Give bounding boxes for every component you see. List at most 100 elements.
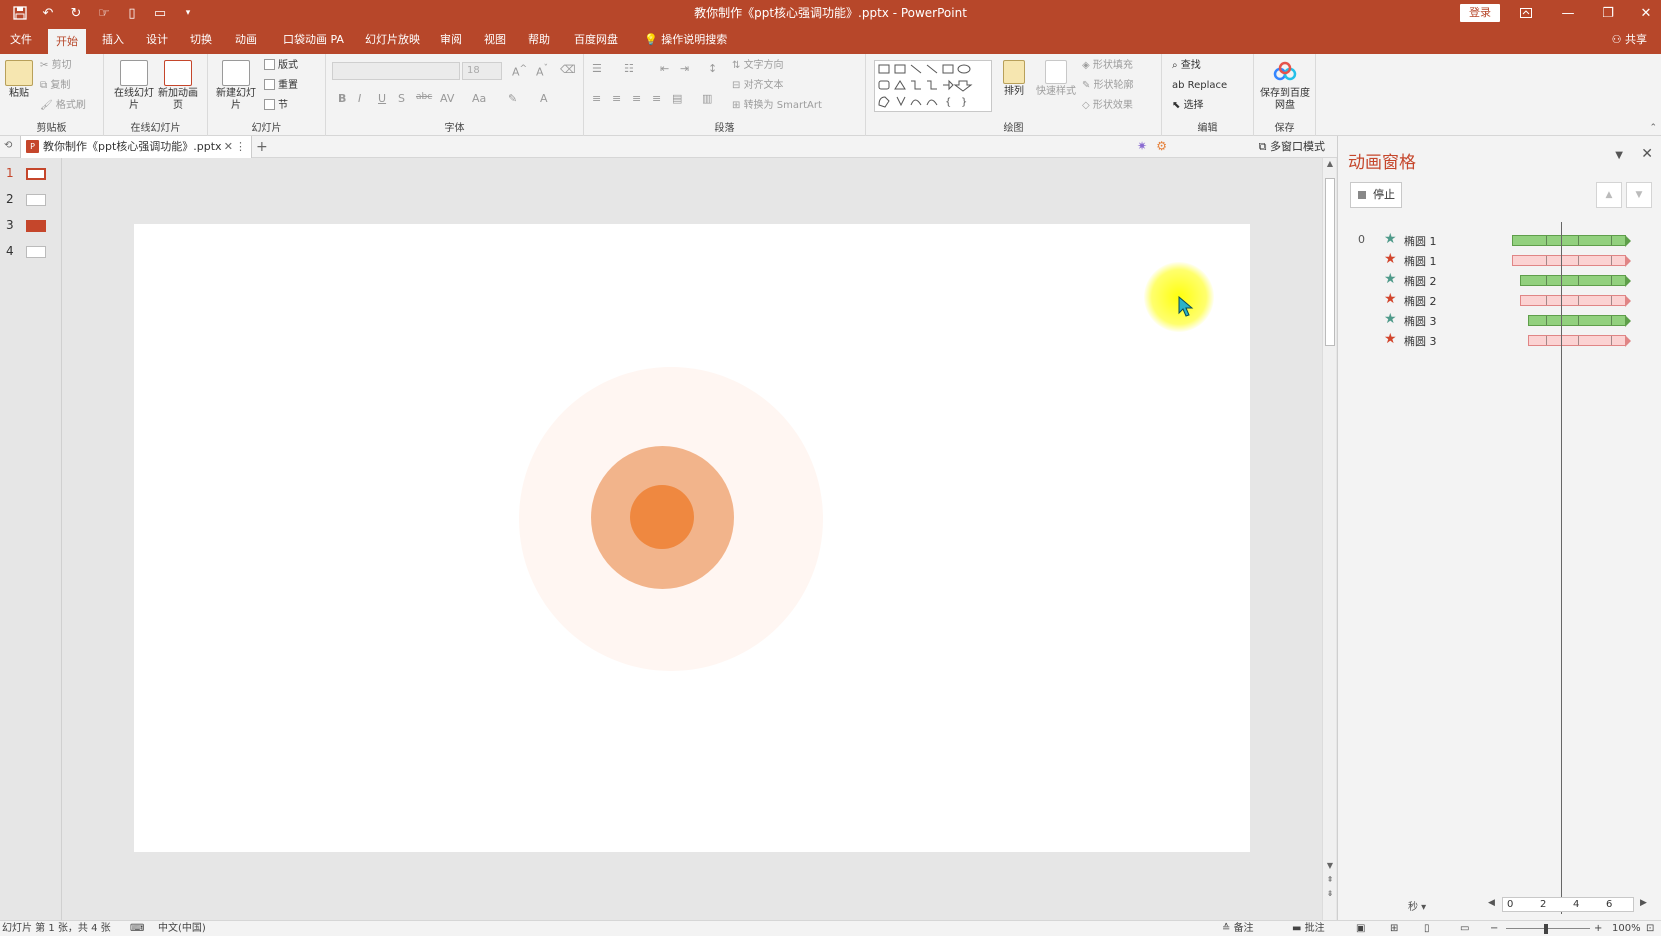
line-spacing-icon[interactable]: ↕	[708, 62, 717, 75]
tab-animations[interactable]: 动画	[227, 26, 265, 54]
numbering-icon[interactable]: ☷	[624, 62, 634, 75]
strikethrough-button[interactable]: abc	[416, 92, 432, 102]
language-indicator[interactable]: 中文(中国)	[158, 922, 206, 936]
timing-bar[interactable]	[1512, 235, 1631, 247]
multi-window-mode-button[interactable]: ⧉ 多窗口模式	[1259, 136, 1325, 158]
tab-baidu-netdisk[interactable]: 百度网盘	[566, 26, 626, 54]
format-painter-button[interactable]: 🖌 格式刷	[40, 98, 86, 114]
ellipse-1[interactable]	[630, 485, 694, 549]
tab-help[interactable]: 帮助	[520, 26, 558, 54]
decrease-font-icon[interactable]: Aˇ	[536, 63, 548, 79]
bold-button[interactable]: B	[338, 92, 346, 105]
seconds-dropdown[interactable]: 秒 ▾	[1408, 898, 1426, 913]
animation-item[interactable]: ★ 椭圆 2	[1338, 290, 1661, 310]
reset-button[interactable]: 重置	[264, 78, 298, 94]
section-button[interactable]: 节	[264, 98, 288, 114]
new-slide-button[interactable]: 新建幻灯片	[216, 60, 256, 112]
bullets-icon[interactable]: ☰	[592, 62, 602, 75]
font-size-select[interactable]: 18	[462, 62, 502, 80]
settings-gear-icon[interactable]: ⚙	[1156, 139, 1167, 153]
zoom-out-icon[interactable]: −	[1490, 922, 1498, 936]
clear-format-icon[interactable]: ⌫	[560, 63, 576, 76]
spelling-icon[interactable]: ⌨	[130, 922, 144, 936]
stop-button[interactable]: 停止	[1350, 182, 1402, 208]
decrease-indent-icon[interactable]: ⇤	[660, 62, 669, 75]
add-tab-icon[interactable]: +	[256, 136, 268, 158]
timing-bar[interactable]	[1528, 335, 1631, 347]
timeline-left-icon[interactable]: ◀	[1488, 898, 1495, 908]
tab-design[interactable]: 设计	[138, 26, 176, 54]
smartart-button[interactable]: ⊞ 转换为 SmartArt	[732, 98, 822, 114]
align-right-icon[interactable]: ≡	[632, 92, 641, 105]
zoom-in-icon[interactable]: +	[1594, 922, 1602, 936]
animation-item[interactable]: ★ 椭圆 2	[1338, 270, 1661, 290]
save-to-baidu-button[interactable]: 保存到百度网盘	[1258, 60, 1312, 112]
quick-styles-button[interactable]: 快速样式	[1034, 60, 1078, 98]
copy-button[interactable]: ⧉ 复制	[40, 78, 70, 94]
italic-button[interactable]: I	[358, 92, 361, 105]
timing-bar[interactable]	[1528, 315, 1631, 327]
tab-review[interactable]: 审阅	[432, 26, 470, 54]
minimize-icon[interactable]: —	[1548, 0, 1588, 26]
scroll-up-icon[interactable]: ▲	[1323, 158, 1337, 170]
shapes-gallery[interactable]: {}	[874, 60, 992, 112]
slide[interactable]	[134, 224, 1250, 852]
text-direction-button[interactable]: ⇅ 文字方向	[732, 58, 784, 74]
open-folder-icon[interactable]: ▭	[152, 5, 168, 21]
underline-button[interactable]: U	[378, 92, 386, 105]
layout-button[interactable]: 版式	[264, 58, 298, 74]
arrange-button[interactable]: 排列	[998, 60, 1030, 98]
tab-menu-icon[interactable]: ⋮	[235, 136, 246, 158]
zoom-level[interactable]: 100%	[1612, 922, 1641, 936]
pane-close-icon[interactable]: ✕	[1641, 146, 1653, 162]
char-spacing-button[interactable]: AV	[440, 92, 454, 105]
tab-insert[interactable]: 插入	[94, 26, 132, 54]
tab-view[interactable]: 视图	[476, 26, 514, 54]
thumbnail-slide-1[interactable]: 1	[6, 164, 56, 184]
share-button[interactable]: ⚇ 共享	[1612, 26, 1647, 54]
scrollbar-thumb[interactable]	[1325, 178, 1335, 346]
select-button[interactable]: ⬉ 选择	[1172, 98, 1204, 114]
timeline-right-icon[interactable]: ▶	[1640, 898, 1647, 908]
font-color-button[interactable]: A	[540, 92, 548, 105]
close-tab-icon[interactable]: ✕	[224, 136, 233, 158]
customize-qat-icon[interactable]: ▾	[180, 5, 196, 21]
timing-bar[interactable]	[1520, 295, 1631, 307]
move-down-icon[interactable]: ▼	[1626, 182, 1652, 208]
slide-sorter-icon[interactable]: ⊞	[1390, 922, 1398, 936]
new-file-icon[interactable]: ▯	[124, 5, 140, 21]
reading-view-icon[interactable]: ▯	[1424, 922, 1430, 936]
animation-item[interactable]: 0 ★ 椭圆 1	[1338, 230, 1661, 250]
change-case-button[interactable]: Aa	[472, 92, 486, 105]
new-animation-page-button[interactable]: 新加动画页	[156, 60, 200, 112]
increase-font-icon[interactable]: A^	[512, 63, 527, 79]
undo-icon[interactable]: ↶	[40, 5, 56, 21]
next-slide-icon[interactable]: ⇟	[1323, 888, 1337, 900]
animation-item[interactable]: ★ 椭圆 3	[1338, 310, 1661, 330]
zoom-slider[interactable]	[1506, 928, 1590, 929]
font-name-select[interactable]	[332, 62, 460, 80]
thumbnail-slide-3[interactable]: 3	[6, 216, 56, 236]
columns-icon[interactable]: ▥	[702, 92, 712, 105]
shape-fill-button[interactable]: ◈ 形状填充	[1082, 58, 1133, 74]
tab-home[interactable]: 开始	[48, 29, 86, 54]
cut-button[interactable]: ✂ 剪切	[40, 58, 72, 74]
find-button[interactable]: ⌕ 查找	[1172, 58, 1201, 74]
zoom-slider-thumb[interactable]	[1544, 924, 1548, 934]
justify-icon[interactable]: ≡	[652, 92, 661, 105]
thumbnail-slide-4[interactable]: 4	[6, 242, 56, 262]
tab-slideshow[interactable]: 幻灯片放映	[357, 26, 428, 54]
fit-slide-icon[interactable]: ⊡	[1646, 922, 1654, 936]
tab-pocket-animation[interactable]: 口袋动画 PA	[275, 26, 352, 54]
distributed-icon[interactable]: ▤	[672, 92, 682, 105]
notes-button[interactable]: ≙ 备注	[1222, 922, 1254, 936]
close-icon[interactable]: ✕	[1626, 0, 1661, 26]
increase-indent-icon[interactable]: ⇥	[680, 62, 689, 75]
tab-transitions[interactable]: 切换	[182, 26, 220, 54]
animation-item[interactable]: ★ 椭圆 1	[1338, 250, 1661, 270]
comments-button[interactable]: ▬ 批注	[1292, 922, 1325, 936]
tab-file[interactable]: 文件	[2, 26, 40, 54]
align-center-icon[interactable]: ≡	[612, 92, 621, 105]
timing-bar[interactable]	[1520, 275, 1631, 287]
scroll-down-icon[interactable]: ▼	[1323, 860, 1337, 872]
